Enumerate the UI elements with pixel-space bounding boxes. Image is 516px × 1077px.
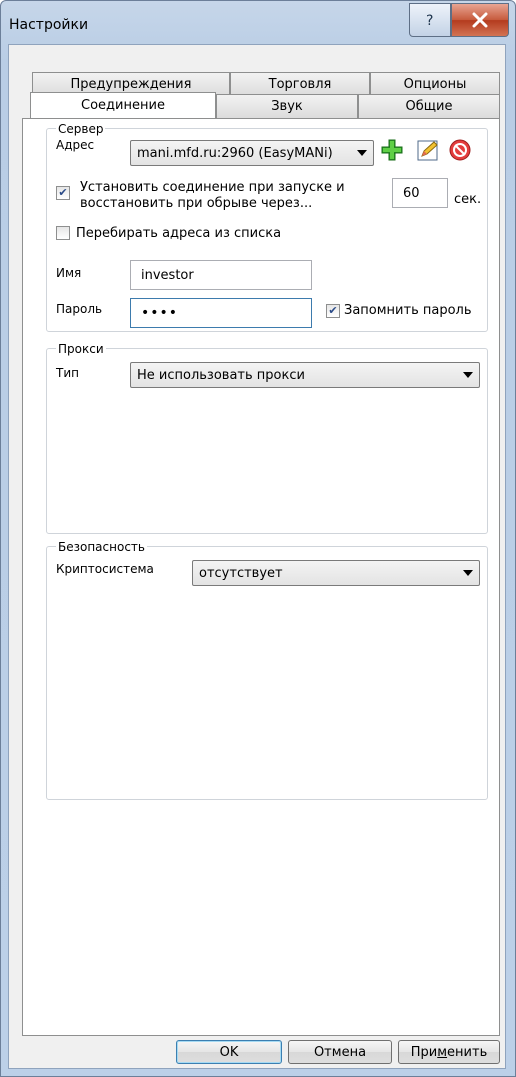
seconds-unit: сек. — [454, 192, 482, 207]
tab-connection[interactable]: Соединение — [30, 92, 216, 118]
tab-options[interactable]: Опционы — [370, 72, 500, 96]
apply-label-accelerator: м — [437, 1044, 448, 1060]
ok-button[interactable]: OK — [176, 1040, 282, 1064]
cycle-addresses-checkbox[interactable] — [56, 226, 70, 240]
chevron-down-icon — [463, 372, 473, 378]
delete-address-button[interactable] — [448, 138, 472, 162]
cycle-addresses-label: Перебирать адреса из списка — [76, 226, 282, 241]
title-bar: Настройки ? — [1, 1, 515, 45]
close-button[interactable] — [451, 3, 509, 37]
edit-icon — [417, 140, 438, 161]
close-icon — [472, 12, 488, 28]
chevron-down-icon — [463, 570, 473, 576]
check-mark-icon: ✔ — [328, 304, 338, 317]
name-field[interactable]: investor — [130, 260, 312, 290]
proxy-type-select[interactable]: Не использовать прокси — [130, 362, 480, 388]
chevron-down-icon — [357, 150, 367, 156]
reconnect-label-line2: восстановить при обрыве через... — [80, 196, 313, 211]
proxy-group-label: Прокси — [56, 342, 106, 356]
crypto-system-select[interactable]: отсутствует — [192, 560, 480, 586]
proxy-type-label: Тип — [56, 366, 79, 380]
tab-sound[interactable]: Звук — [216, 94, 358, 118]
help-icon: ? — [426, 13, 433, 28]
add-address-button[interactable] — [380, 138, 404, 162]
tab-general[interactable]: Общие — [358, 94, 500, 118]
apply-label-start: При — [410, 1044, 438, 1060]
address-label: Адрес — [56, 138, 95, 152]
plus-icon — [381, 139, 403, 161]
security-group-label: Безопасность — [56, 540, 147, 554]
reconnect-label-line1: Установить соединение при запуске и — [80, 180, 345, 195]
proxy-type-value: Не использовать прокси — [137, 367, 305, 383]
crypto-system-label: Криптосистема — [56, 562, 154, 576]
svg-text:?: ? — [426, 13, 433, 28]
help-button[interactable]: ? — [409, 3, 451, 37]
window-title: Настройки — [9, 17, 89, 33]
password-field[interactable]: •••• — [130, 298, 312, 328]
name-label: Имя — [56, 266, 82, 280]
remember-password-checkbox[interactable]: ✔ — [326, 304, 340, 318]
crypto-system-value: отсутствует — [199, 565, 283, 581]
apply-label-end: енить — [447, 1044, 488, 1060]
server-group-label: Сервер — [56, 122, 106, 136]
password-label: Пароль — [56, 302, 103, 316]
address-select[interactable]: mani.mfd.ru:2960 (EasyMANi) — [130, 140, 374, 166]
apply-button[interactable]: При м енить — [398, 1040, 500, 1064]
tab-trading[interactable]: Торговля — [230, 72, 370, 96]
edit-address-button[interactable] — [416, 138, 440, 162]
reconnect-seconds-field[interactable]: 60 — [392, 178, 448, 208]
delete-icon — [449, 139, 471, 161]
address-value: mani.mfd.ru:2960 (EasyMANi) — [137, 145, 333, 161]
cancel-button[interactable]: Отмена — [288, 1040, 392, 1064]
check-mark-icon: ✔ — [58, 186, 68, 199]
reconnect-checkbox[interactable]: ✔ — [56, 186, 70, 200]
remember-password-label: Запомнить пароль — [344, 303, 472, 318]
